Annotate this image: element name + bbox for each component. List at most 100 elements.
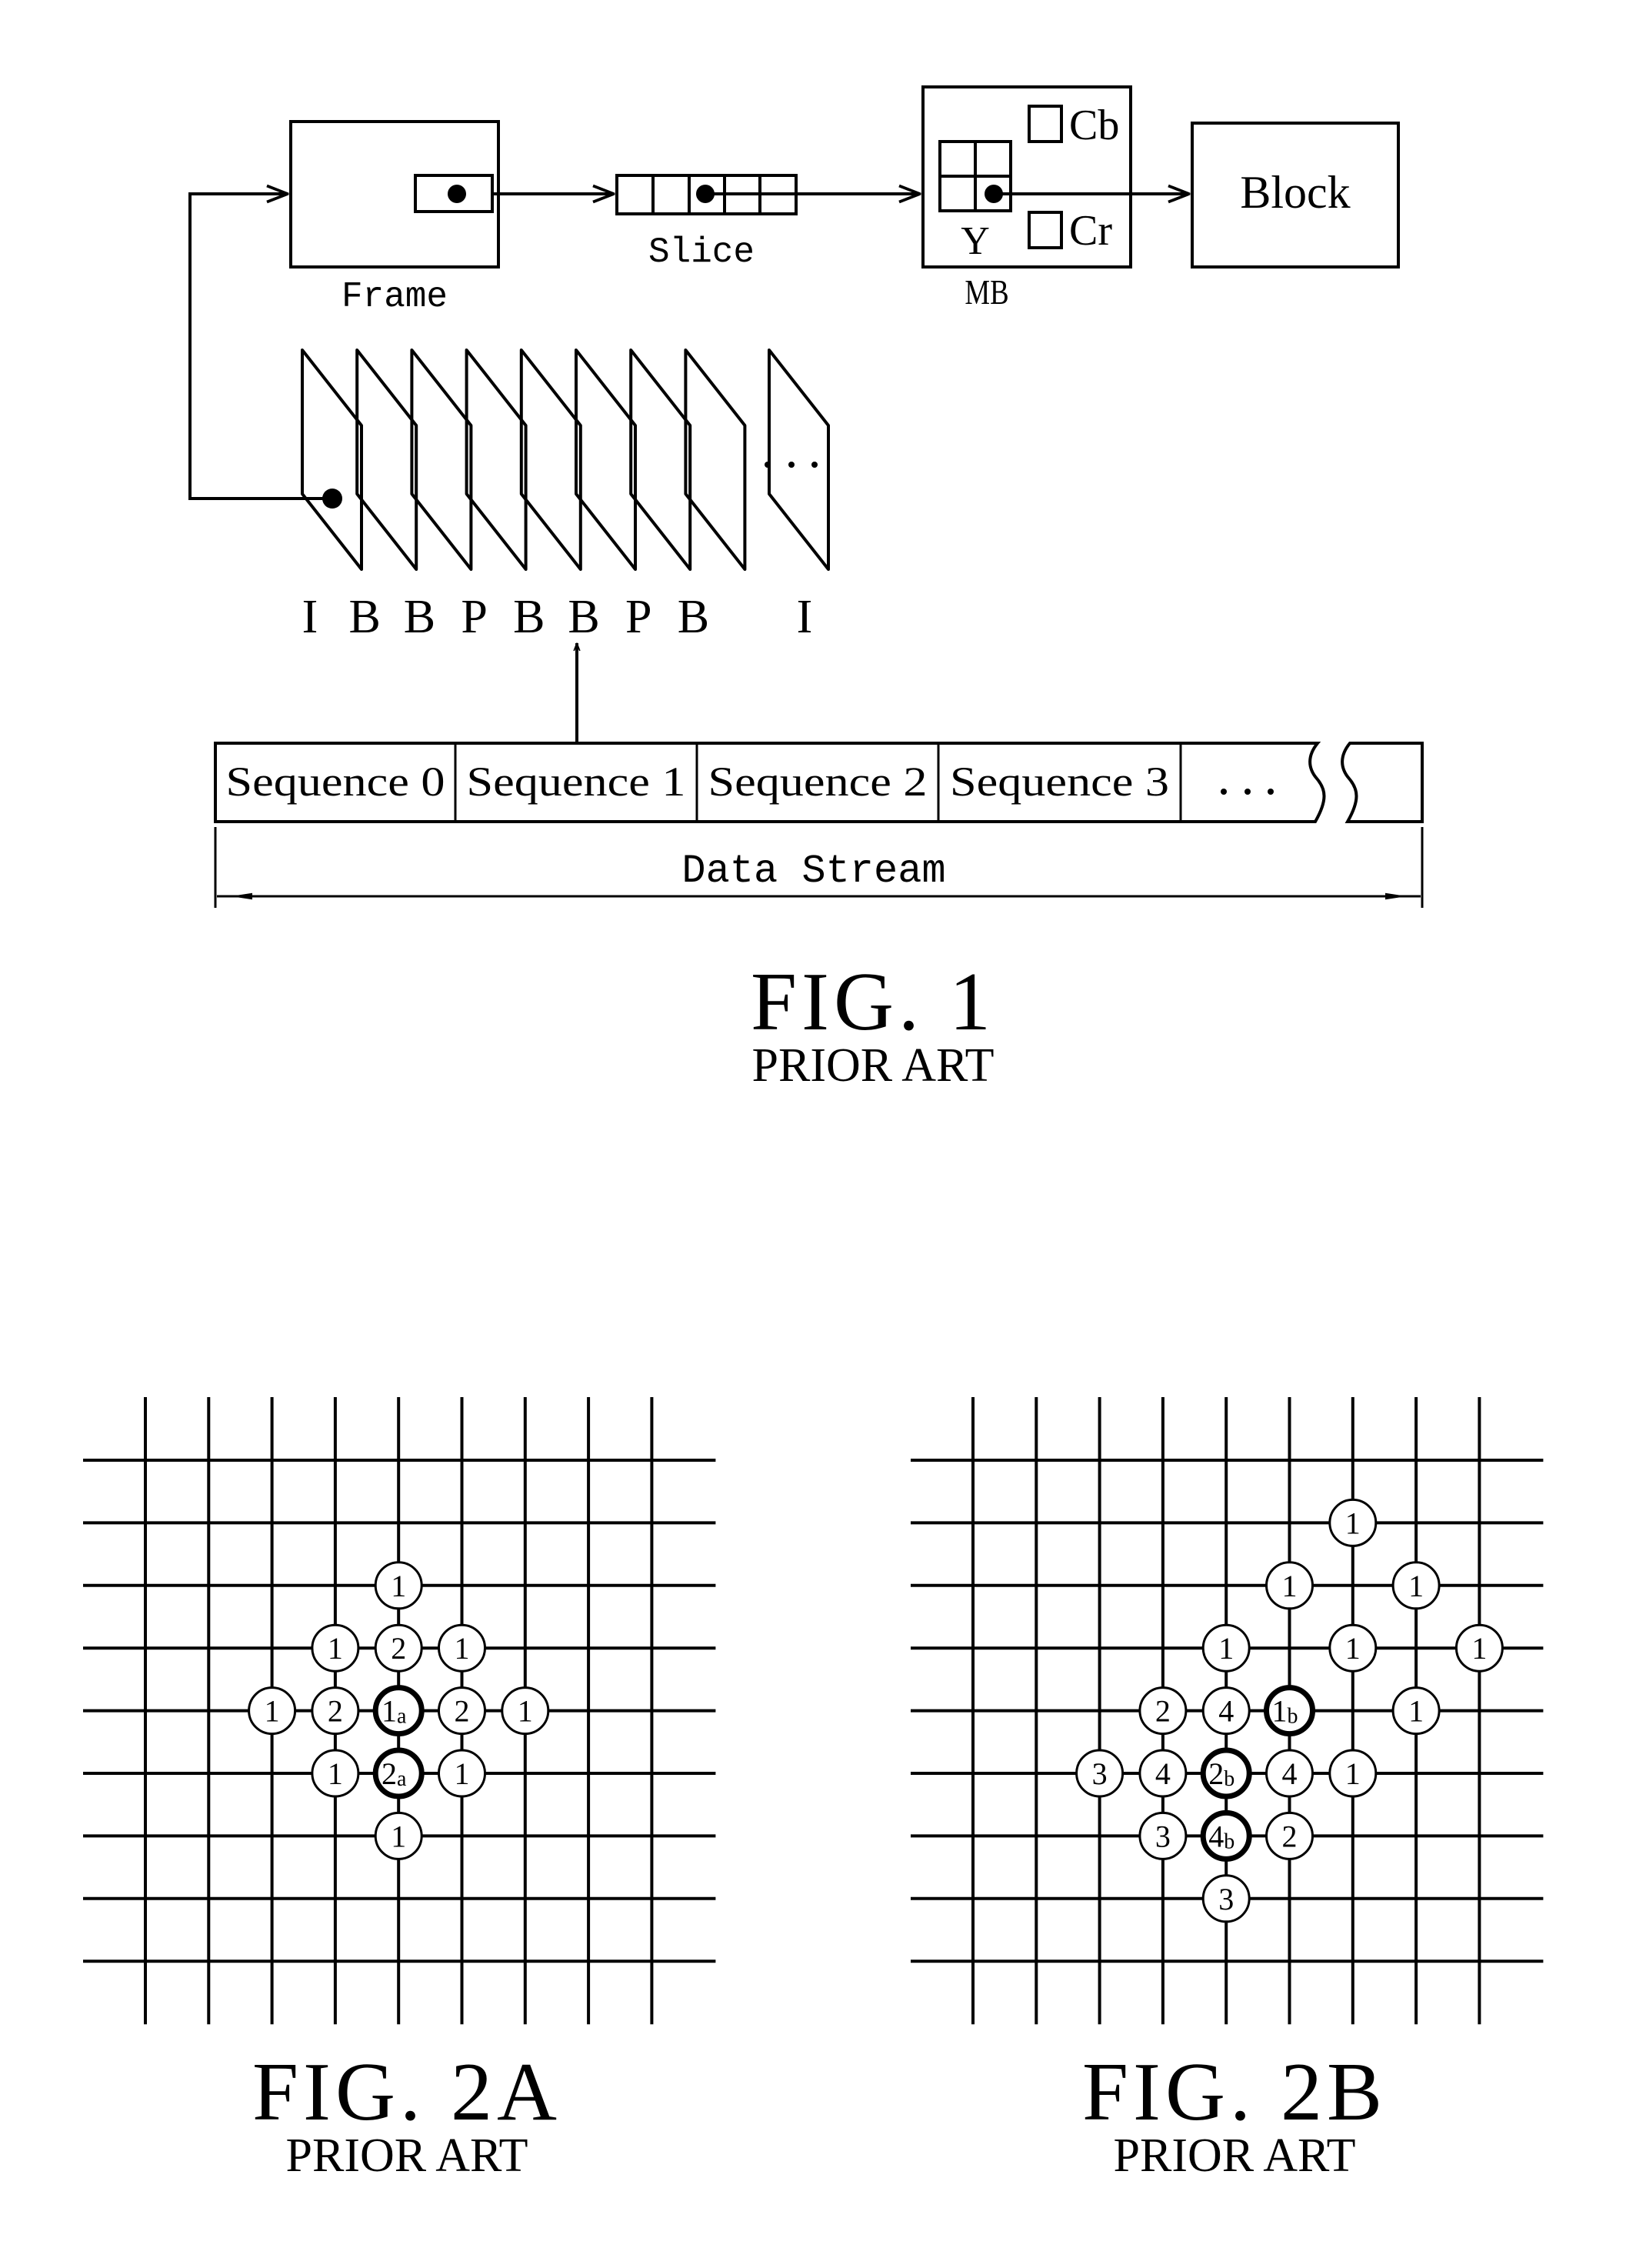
fig2b-caption: FIG. 2B [1082, 2046, 1387, 2138]
fig2a-search-grid: 1 1 2 1 1 2 1a 2 1 1 2a 1 1 [83, 1397, 716, 2025]
cb-label: Cb [1069, 102, 1119, 149]
search-point-label: 1 [1408, 1569, 1424, 1603]
picture-frame [575, 349, 637, 571]
slice-label: Slice [648, 232, 755, 272]
search-point-label: 3 [1155, 1819, 1171, 1853]
search-point: 4 [1138, 1749, 1188, 1798]
search-point: 3 [1201, 1874, 1251, 1923]
search-point-selected: 2b [1200, 1747, 1252, 1799]
picture-type-label: B [678, 591, 709, 643]
search-point: 1 [1328, 1749, 1378, 1798]
sequence-cell: Sequence 3 [950, 759, 1169, 805]
search-point-label: 3 [1218, 1882, 1234, 1916]
search-point-selected: 1a [372, 1685, 425, 1737]
cb-block-icon [1028, 105, 1063, 143]
patent-drawing-sheet: Frame Slice Cb Cr Y MB Block I B B P B B… [83, 85, 1544, 2182]
search-point: 1 [374, 1811, 423, 1860]
fig2a-subcaption: PRIOR ART [286, 2130, 528, 2182]
search-point: 1 [311, 1749, 360, 1798]
search-point: 1 [1328, 1498, 1378, 1547]
search-point: 4 [1201, 1686, 1251, 1736]
sequence-bar: Sequence 0 Sequence 1 Sequence 2 Sequence 3 [214, 742, 1424, 823]
search-point-label: 4 [1218, 1694, 1234, 1729]
search-point: 2 [438, 1686, 486, 1736]
fig2b-search-grid: 1 1 1 1 1 1 2 4 1b 1 3 4 2b 4 1 3 4b 2 3 [911, 1397, 1544, 2025]
picture-frame [301, 349, 363, 571]
fig1-caption: FIG. 1 [751, 956, 995, 1048]
search-point: 1 [501, 1686, 550, 1736]
data-stream-span: Data Stream [214, 827, 1424, 908]
search-point-label: 1 [328, 1756, 343, 1791]
search-point-label: 1 [265, 1694, 280, 1729]
search-point: 1 [248, 1686, 297, 1736]
picture-frame [355, 349, 418, 571]
picture-frame [465, 349, 528, 571]
search-point-label: 1 [1471, 1631, 1487, 1666]
data-stream-label: Data Stream [681, 849, 945, 894]
search-point-label: 1 [455, 1631, 470, 1666]
search-point: 4 [1265, 1749, 1314, 1798]
search-point-label: 1 [328, 1631, 343, 1666]
search-point: 3 [1138, 1811, 1188, 1860]
search-point: 1 [1391, 1686, 1441, 1736]
search-point: 1 [374, 1561, 423, 1610]
picture-type-label: I [302, 591, 318, 643]
search-point-label: 3 [1092, 1756, 1108, 1791]
search-point-selected: 2a [372, 1747, 425, 1799]
picture-type-label: B [568, 591, 599, 643]
block-label: Block [1240, 167, 1350, 218]
search-point-label: 1 [1345, 1631, 1361, 1666]
search-point: 3 [1075, 1749, 1125, 1798]
sequence-ellipsis-dot [1244, 789, 1251, 795]
search-point-label: 1 [1282, 1569, 1298, 1603]
search-point: 2 [1138, 1686, 1188, 1736]
search-point-label: 2 [1282, 1819, 1298, 1853]
search-point: 2 [374, 1623, 423, 1673]
search-point: 2 [311, 1686, 360, 1736]
search-point-label: 1 [391, 1819, 406, 1853]
picture-type-label: P [461, 591, 487, 643]
search-point: 1 [1391, 1561, 1441, 1610]
picture-type-label: B [404, 591, 435, 643]
ellipsis-dot [765, 462, 771, 468]
fig1: Frame Slice Cb Cr Y MB Block I B B P B B… [188, 85, 1424, 1092]
sequence-cell: Sequence 2 [708, 759, 928, 805]
search-point-selected: 4b [1200, 1809, 1252, 1862]
picture-frame [410, 349, 473, 571]
fig1-subcaption: PRIOR ART [752, 1039, 995, 1092]
sequence-cell: Sequence 0 [226, 759, 445, 805]
picture-frame [629, 349, 692, 571]
search-point: 1 [1265, 1561, 1314, 1610]
search-point-label: 2 [391, 1631, 406, 1666]
sequence-ellipsis-dot [1268, 789, 1274, 795]
picture-point-icon [322, 489, 342, 509]
sequence-ellipsis-dot [1221, 789, 1227, 795]
picture-frame-last [768, 349, 830, 571]
search-point-label: 1 [1218, 1631, 1234, 1666]
search-point-label: 1 [1345, 1756, 1361, 1791]
search-point-selected: 1b [1264, 1685, 1315, 1737]
block-box: Block [1191, 122, 1400, 268]
mb-label: MB [965, 273, 1008, 312]
search-point-label: 1 [1408, 1694, 1424, 1729]
fig2b-subcaption: PRIOR ART [1114, 2130, 1356, 2182]
picture-type-label: P [625, 591, 651, 643]
picture-frame [519, 349, 582, 571]
search-point: 1 [1328, 1623, 1378, 1673]
search-point-label: 4 [1282, 1756, 1298, 1791]
search-point: 1 [1454, 1623, 1504, 1673]
slice-box: Slice [615, 174, 798, 272]
frame-point-icon [448, 185, 466, 203]
cr-block-icon [1028, 211, 1063, 249]
search-point: 1 [311, 1623, 360, 1673]
search-point: 1 [438, 1623, 486, 1673]
search-point-label: 1 [1345, 1506, 1361, 1540]
search-point: 1 [1201, 1623, 1251, 1673]
y-label: Y [961, 219, 990, 263]
search-point-label: 2 [455, 1694, 470, 1729]
search-point-label: 1 [391, 1569, 406, 1603]
search-point-label: 1 [455, 1756, 470, 1791]
search-point-label: 2 [1155, 1694, 1171, 1729]
ellipsis-dot [811, 462, 818, 468]
picture-type-label: B [513, 591, 545, 643]
